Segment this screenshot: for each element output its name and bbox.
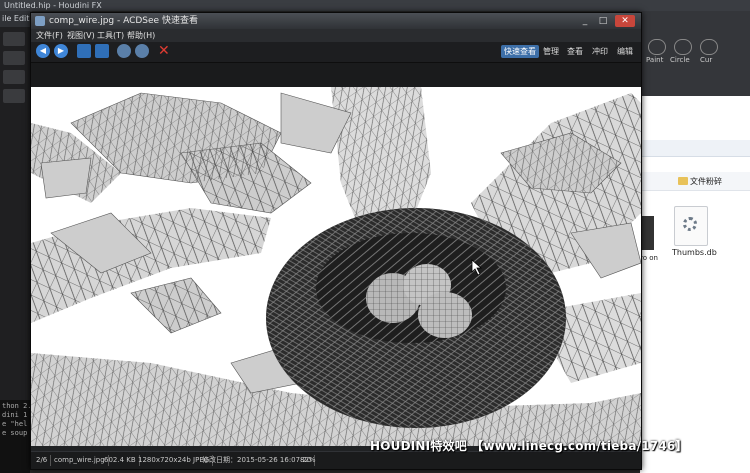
back-icon[interactable] <box>36 44 50 58</box>
menubar: 文件(F) 视图(V) 工具(T) 帮助(H) <box>31 29 641 42</box>
letterbox-top <box>31 63 641 87</box>
explorer-file-name[interactable]: Thumbs.db <box>672 248 717 257</box>
console-line: e "hel <box>2 420 28 428</box>
zoom-in-icon[interactable] <box>117 44 131 58</box>
image-display <box>31 63 641 446</box>
tab-view[interactable]: 查看 <box>564 45 586 58</box>
watermark-text: HOUDINI特效吧 【www.linecg.com/tieba/1746】 <box>370 439 688 453</box>
rotate-right-icon[interactable] <box>95 44 109 58</box>
acdsee-window: comp_wire.jpg - ACDSee 快速查看 _ □ ✕ 文件(F) … <box>30 12 642 470</box>
paint-icon[interactable] <box>648 39 666 55</box>
shelf-label-curve: Cur <box>700 56 713 64</box>
houdini-tool-button[interactable] <box>3 70 25 84</box>
explorer-address-bar[interactable] <box>640 140 750 157</box>
acdsee-app-icon <box>35 16 45 26</box>
shelf-label-circle: Circle <box>670 56 690 64</box>
status-index: 2/6 <box>33 455 52 466</box>
houdini-title: Untitled.hip - Houdini FX <box>4 1 102 10</box>
menu-tools[interactable]: 工具(T) <box>97 29 124 42</box>
menu-file[interactable]: 文件(F) <box>36 29 63 42</box>
delete-icon[interactable]: ✕ <box>158 43 172 59</box>
circle-icon[interactable] <box>674 39 692 55</box>
file-explorer-window: 文件粉碎 ro on Thumbs.db <box>640 96 750 473</box>
houdini-titlebar: Untitled.hip - Houdini FX <box>0 0 750 11</box>
console-line: e soup <box>2 429 28 437</box>
console-line: thon 2. <box>2 402 30 410</box>
houdini-tool-panel <box>0 27 31 407</box>
tab-edit[interactable]: 编辑 <box>614 45 636 58</box>
settings-file-icon[interactable] <box>674 206 708 246</box>
explorer-shred-button[interactable]: 文件粉碎 <box>690 176 722 187</box>
explorer-command-bar: 文件粉碎 <box>640 172 750 191</box>
minimize-button[interactable]: _ <box>577 15 593 27</box>
rotate-left-icon[interactable] <box>77 44 91 58</box>
houdini-shelf: Paint Circle Cur <box>640 11 750 96</box>
houdini-tool-button[interactable] <box>3 51 25 65</box>
close-button[interactable]: ✕ <box>615 15 635 27</box>
forward-icon[interactable] <box>54 44 68 58</box>
houdini-menubar: ile Edit <box>0 11 32 27</box>
menu-view[interactable]: 视图(V) <box>67 29 95 42</box>
bird-nest <box>266 208 566 428</box>
window-title: comp_wire.jpg - ACDSee 快速查看 <box>49 16 198 26</box>
houdini-menu-edit[interactable]: Edit <box>14 14 30 23</box>
maximize-button[interactable]: □ <box>595 15 611 27</box>
shred-icon <box>678 177 688 185</box>
houdini-python-console[interactable]: thon 2. dini 1 e "hel e soup <box>0 400 30 473</box>
explorer-partial-label: ro on <box>640 254 658 262</box>
console-line: dini 1 <box>2 411 28 419</box>
curve-icon[interactable] <box>700 39 718 55</box>
status-zoom: 82% <box>300 456 316 464</box>
tab-print[interactable]: 冲印 <box>589 45 611 58</box>
zoom-out-icon[interactable] <box>135 44 149 58</box>
houdini-tool-button[interactable] <box>3 89 25 103</box>
status-filename: comp_wire.jpg <box>51 455 109 466</box>
acdsee-titlebar[interactable]: comp_wire.jpg - ACDSee 快速查看 _ □ ✕ <box>31 13 641 29</box>
tab-manage[interactable]: 管理 <box>540 45 562 58</box>
tab-quick-view[interactable]: 快速查看 <box>501 45 539 58</box>
status-size: 602.4 KB <box>101 455 140 466</box>
image-viewer[interactable] <box>31 63 641 446</box>
menu-help[interactable]: 帮助(H) <box>127 29 155 42</box>
explorer-thumbnail[interactable] <box>640 216 654 250</box>
houdini-tool-button[interactable] <box>3 32 25 46</box>
shelf-label-paint: Paint <box>646 56 664 64</box>
toolbar: ✕ 快速查看 管理 查看 冲印 编辑 <box>31 42 641 63</box>
houdini-menu-file[interactable]: ile <box>2 14 11 23</box>
